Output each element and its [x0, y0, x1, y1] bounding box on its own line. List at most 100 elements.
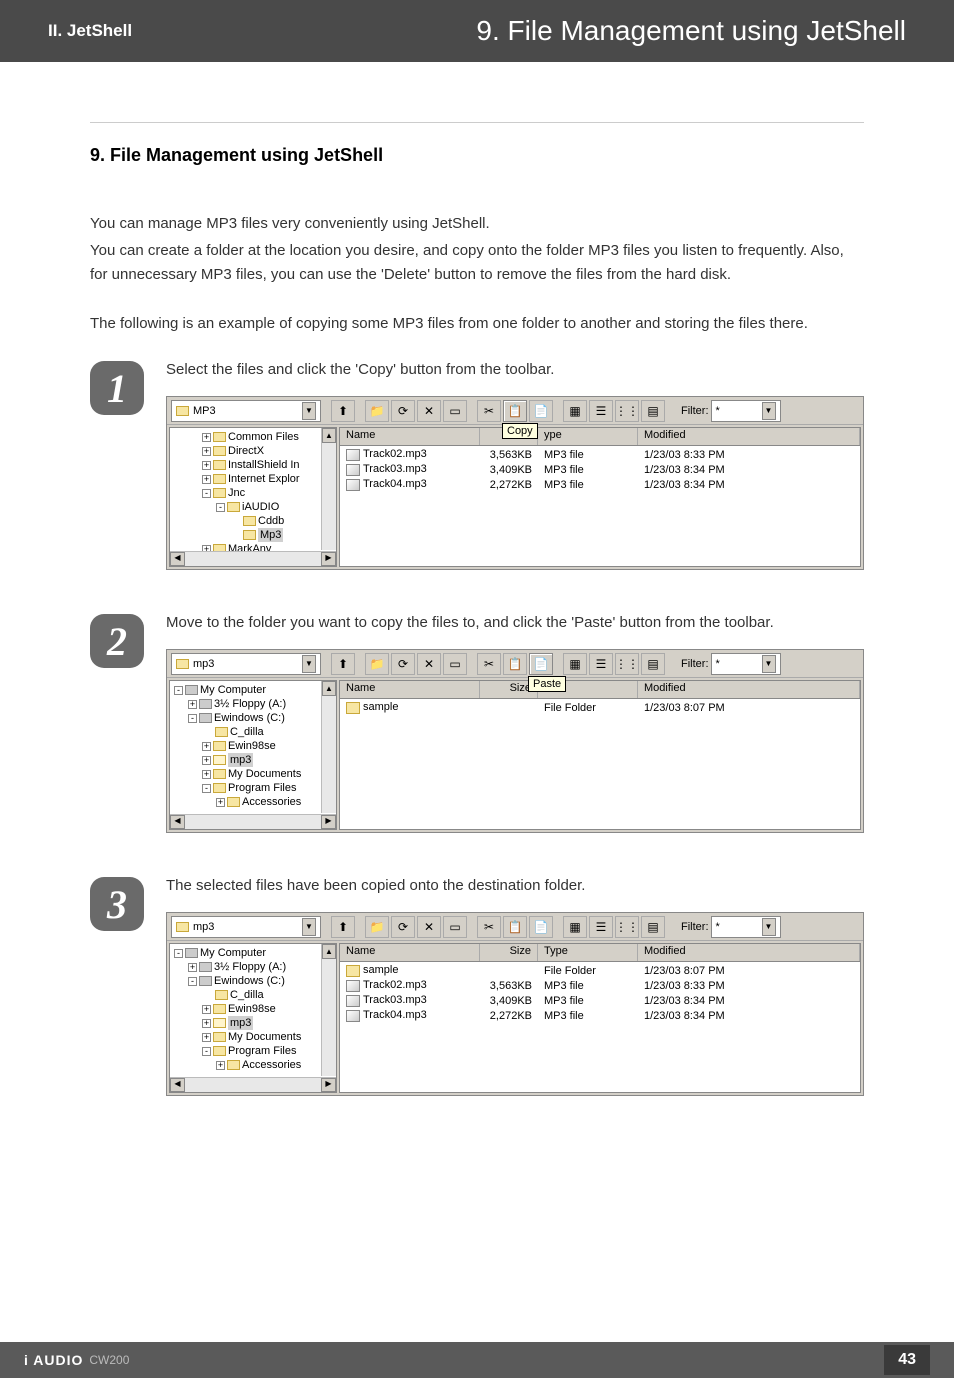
expand-icon[interactable]: + — [216, 1061, 225, 1070]
expand-icon[interactable]: - — [188, 714, 197, 723]
expand-icon[interactable]: - — [174, 686, 183, 695]
expand-icon[interactable]: - — [216, 503, 225, 512]
col-modified[interactable]: Modified — [638, 944, 860, 961]
delete-button[interactable]: ✕ — [417, 400, 441, 422]
list-item[interactable]: Track03.mp33,409KBMP3 file1/23/03 8:34 P… — [340, 462, 860, 477]
col-name[interactable]: Name — [340, 428, 480, 445]
tree-item[interactable]: +Common Files — [172, 430, 334, 444]
list-header[interactable]: Name Si ype Modified — [340, 428, 860, 446]
view-icons-button[interactable]: ▦ — [563, 400, 587, 422]
tree-item[interactable]: +Accessories — [172, 795, 334, 809]
tree-item[interactable]: +Internet Explor — [172, 472, 334, 486]
tree-item[interactable]: -Ewindows (C:) — [172, 974, 334, 988]
chevron-down-icon[interactable]: ▼ — [762, 918, 776, 936]
tree-item[interactable]: C_dilla — [172, 988, 334, 1002]
col-size[interactable]: Size — [480, 944, 538, 961]
view-list-button[interactable]: ☰ — [589, 400, 613, 422]
hscrollbar[interactable]: ◀▶ — [170, 551, 336, 566]
list-header[interactable]: Name Size T Modified — [340, 681, 860, 699]
col-modified[interactable]: Modified — [638, 428, 860, 445]
tree-item[interactable]: -Jnc — [172, 486, 334, 500]
tree-item[interactable]: +My Documents — [172, 767, 334, 781]
view-thumb-button[interactable]: ▤ — [641, 916, 665, 938]
tree-item[interactable]: +Accessories — [172, 1058, 334, 1072]
view-list-button[interactable]: ☰ — [589, 653, 613, 675]
cut-button[interactable]: ✂ — [477, 400, 501, 422]
expand-icon[interactable]: - — [202, 1047, 211, 1056]
col-type[interactable]: ype — [538, 428, 638, 445]
tree-pane[interactable]: -My Computer+3½ Floppy (A:)-Ewindows (C:… — [169, 943, 337, 1093]
list-item[interactable]: sampleFile Folder1/23/03 8:07 PM — [340, 700, 860, 715]
expand-icon[interactable]: + — [202, 461, 211, 470]
vscrollbar[interactable]: ▲ — [321, 681, 336, 813]
delete-button[interactable]: ✕ — [417, 916, 441, 938]
expand-icon[interactable]: - — [188, 977, 197, 986]
path-combo[interactable]: mp3 ▼ — [171, 653, 321, 675]
copy-button[interactable]: 📋 — [503, 916, 527, 938]
view-details-button[interactable]: ⋮⋮ — [615, 916, 639, 938]
paste-button[interactable]: 📄 — [529, 916, 553, 938]
expand-icon[interactable]: + — [216, 798, 225, 807]
path-combo[interactable]: MP3 ▼ — [171, 400, 321, 422]
tree-item[interactable]: +DirectX — [172, 444, 334, 458]
tree-item[interactable]: +mp3 — [172, 753, 334, 767]
tree-item[interactable]: -My Computer — [172, 946, 334, 960]
tree-item[interactable]: C_dilla — [172, 725, 334, 739]
hscrollbar[interactable]: ◀▶ — [170, 814, 336, 829]
expand-icon[interactable]: + — [188, 963, 197, 972]
path-combo[interactable]: mp3 ▼ — [171, 916, 321, 938]
view-icons-button[interactable]: ▦ — [563, 916, 587, 938]
expand-icon[interactable]: + — [202, 1033, 211, 1042]
hscrollbar[interactable]: ◀▶ — [170, 1077, 336, 1092]
paste-button[interactable]: 📄 Paste — [529, 653, 553, 675]
expand-icon[interactable]: - — [202, 784, 211, 793]
tree-item[interactable]: +Ewin98se — [172, 1002, 334, 1016]
chevron-down-icon[interactable]: ▼ — [302, 918, 316, 936]
view-details-button[interactable]: ⋮⋮ — [615, 653, 639, 675]
up-button[interactable]: ⬆ — [331, 400, 355, 422]
tree-item[interactable]: +3½ Floppy (A:) — [172, 960, 334, 974]
expand-icon[interactable]: + — [202, 433, 211, 442]
new-folder-button[interactable]: 📁 — [365, 653, 389, 675]
view-details-button[interactable]: ⋮⋮ — [615, 400, 639, 422]
list-pane[interactable]: Name Size Type Modified sampleFile Folde… — [339, 943, 861, 1093]
refresh-button[interactable]: ⟳ — [391, 916, 415, 938]
list-item[interactable]: Track04.mp32,272KBMP3 file1/23/03 8:34 P… — [340, 1008, 860, 1023]
expand-icon[interactable]: + — [188, 700, 197, 709]
copy-button[interactable]: 📋 — [503, 653, 527, 675]
tree-item[interactable]: -iAUDIO — [172, 500, 334, 514]
view-thumb-button[interactable]: ▤ — [641, 400, 665, 422]
chevron-down-icon[interactable]: ▼ — [762, 402, 776, 420]
paste-button[interactable]: 📄 — [529, 400, 553, 422]
tree-item[interactable]: +My Documents — [172, 1030, 334, 1044]
filter-combo[interactable]: * ▼ — [711, 400, 781, 422]
refresh-button[interactable]: ⟳ — [391, 653, 415, 675]
list-item[interactable]: Track02.mp33,563KBMP3 file1/23/03 8:33 P… — [340, 447, 860, 462]
expand-icon[interactable]: + — [202, 756, 211, 765]
expand-icon[interactable]: + — [202, 1005, 211, 1014]
expand-icon[interactable]: - — [174, 949, 183, 958]
properties-button[interactable]: ▭ — [443, 653, 467, 675]
expand-icon[interactable]: + — [202, 447, 211, 456]
list-header[interactable]: Name Size Type Modified — [340, 944, 860, 962]
delete-button[interactable]: ✕ — [417, 653, 441, 675]
cut-button[interactable]: ✂ — [477, 916, 501, 938]
vscrollbar[interactable]: ▲ — [321, 944, 336, 1076]
tree-pane[interactable]: -My Computer+3½ Floppy (A:)-Ewindows (C:… — [169, 680, 337, 830]
tree-item[interactable]: -Ewindows (C:) — [172, 711, 334, 725]
tree-item[interactable]: -My Computer — [172, 683, 334, 697]
list-pane[interactable]: Name Si ype Modified Track02.mp33,563KBM… — [339, 427, 861, 567]
expand-icon[interactable]: + — [202, 475, 211, 484]
tree-item[interactable]: Mp3 — [172, 528, 334, 542]
expand-icon[interactable]: - — [202, 489, 211, 498]
copy-button[interactable]: 📋 Copy — [503, 400, 527, 422]
view-icons-button[interactable]: ▦ — [563, 653, 587, 675]
expand-icon[interactable]: + — [202, 1019, 211, 1028]
tree-pane[interactable]: +Common Files+DirectX+InstallShield In+I… — [169, 427, 337, 567]
tree-item[interactable]: +InstallShield In — [172, 458, 334, 472]
list-item[interactable]: Track03.mp33,409KBMP3 file1/23/03 8:34 P… — [340, 993, 860, 1008]
filter-combo[interactable]: * ▼ — [711, 916, 781, 938]
expand-icon[interactable]: + — [202, 770, 211, 779]
list-pane[interactable]: Name Size T Modified sampleFile Folder1/… — [339, 680, 861, 830]
cut-button[interactable]: ✂ — [477, 653, 501, 675]
